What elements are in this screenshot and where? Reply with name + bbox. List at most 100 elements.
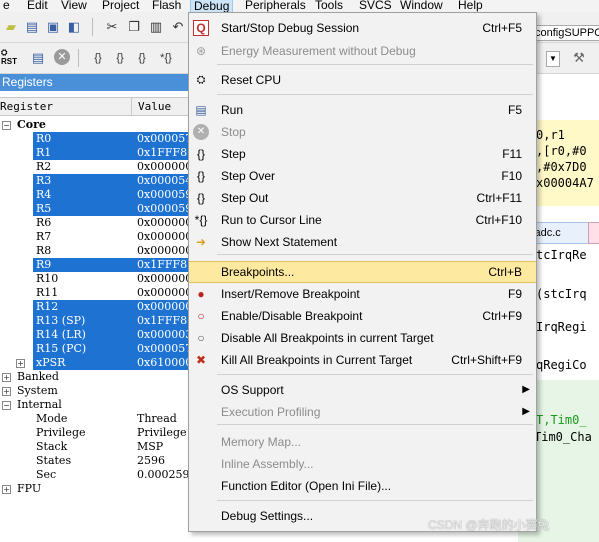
register-row[interactable]: R14 (LR) 0x000003E bbox=[0, 328, 190, 342]
menu-tools[interactable]: Tools bbox=[312, 0, 346, 12]
tree-node-group[interactable]: + System bbox=[0, 384, 190, 398]
menu-item-disable-all-breakpoints-in-current-target[interactable]: ○ Disable All Breakpoints in current Targ… bbox=[189, 327, 536, 349]
register-value: 0x0000000 bbox=[137, 300, 189, 313]
menu-project[interactable]: Project bbox=[99, 0, 142, 12]
menu-item-breakpoints[interactable]: Breakpoints... Ctrl+B bbox=[189, 261, 536, 283]
wrench-icon[interactable]: ⚒ bbox=[571, 50, 587, 66]
register-row[interactable]: R7 0x0000000 bbox=[0, 230, 190, 244]
menu-item-run[interactable]: ▤ Run F5 bbox=[189, 99, 536, 121]
tab-next[interactable] bbox=[588, 222, 599, 244]
expander-icon[interactable]: + bbox=[2, 373, 11, 382]
internal-value: Thread bbox=[137, 412, 177, 425]
register-value: 0x000003E bbox=[137, 328, 189, 341]
chevron-down-icon[interactable]: ▼ bbox=[546, 51, 560, 67]
register-row[interactable]: R2 0x0000000 bbox=[0, 160, 190, 174]
save-icon[interactable]: ▣ bbox=[45, 19, 61, 35]
register-row[interactable]: R10 0x0000000 bbox=[0, 272, 190, 286]
menu-peripherals[interactable]: Peripherals bbox=[242, 0, 309, 12]
menu-item-shortcut: Ctrl+F10 bbox=[475, 213, 522, 227]
folder-icon[interactable]: ▰ bbox=[3, 19, 19, 35]
menu-help[interactable]: Help bbox=[455, 0, 486, 12]
register-row[interactable]: R3 0x0000543 bbox=[0, 174, 190, 188]
tree-node-group[interactable]: + Banked bbox=[0, 370, 190, 384]
register-row[interactable]: R8 0x0000000 bbox=[0, 244, 190, 258]
menu-item-enable-disable-breakpoint[interactable]: ○ Enable/Disable Breakpoint Ctrl+F9 bbox=[189, 305, 536, 327]
tree-node-label: Core bbox=[17, 118, 46, 131]
menu-item-os-support[interactable]: OS Support ▶ bbox=[189, 379, 536, 401]
menu-item-label: Memory Map... bbox=[221, 435, 302, 449]
menu-item-shortcut: Ctrl+F9 bbox=[482, 309, 522, 323]
register-row[interactable]: R12 0x0000000 bbox=[0, 300, 190, 314]
register-row[interactable]: R1 0x1FFF864 bbox=[0, 146, 190, 160]
tree-node-group[interactable]: − Internal bbox=[0, 398, 190, 412]
register-row[interactable]: R11 0x0000000 bbox=[0, 286, 190, 300]
menu-window[interactable]: Window bbox=[397, 0, 446, 12]
menu-item-function-editor-open-ini-file[interactable]: Function Editor (Open Ini File)... bbox=[189, 475, 536, 497]
register-row[interactable]: R0 0x0000573 bbox=[0, 132, 190, 146]
register-row[interactable]: R9 0x1FFF85F bbox=[0, 258, 190, 272]
menu-item-run-to-cursor-line[interactable]: *{} Run to Cursor Line Ctrl+F10 bbox=[189, 209, 536, 231]
run-to-cursor-icon: *{} bbox=[194, 213, 208, 227]
config-combo[interactable]: configSUPPO bbox=[534, 25, 599, 41]
energy-icon: ⊛ bbox=[195, 44, 207, 58]
expander-icon[interactable]: − bbox=[2, 121, 11, 130]
register-row[interactable]: R4 0x000059A bbox=[0, 188, 190, 202]
menu-edit[interactable]: Edit bbox=[24, 0, 51, 12]
menu-separator bbox=[217, 424, 533, 425]
column-register[interactable]: Register bbox=[0, 100, 53, 113]
internal-row[interactable]: Sec 0.0002596 bbox=[0, 468, 190, 482]
internal-row[interactable]: States 2596 bbox=[0, 454, 190, 468]
register-name: R13 (SP) bbox=[36, 314, 86, 327]
internal-name: States bbox=[36, 454, 72, 467]
undo-icon[interactable]: ↶ bbox=[170, 19, 186, 35]
tree-node-label: Internal bbox=[17, 398, 62, 411]
menu-item-shortcut: F11 bbox=[502, 147, 522, 161]
menu-item-shortcut: Ctrl+B bbox=[488, 265, 522, 279]
stop-toolbar-icon[interactable]: ✕ bbox=[54, 49, 70, 65]
register-row[interactable]: + xPSR 0x6100000 bbox=[0, 356, 190, 370]
menu-item-reset-cpu[interactable]: ⛭ Reset CPU bbox=[189, 69, 536, 91]
stop-icon: ✕ bbox=[193, 124, 209, 140]
menu-item-memory-map: Memory Map... bbox=[189, 431, 536, 453]
expander-icon[interactable]: + bbox=[2, 485, 11, 494]
run-to-cursor-toolbar-icon[interactable]: *{} bbox=[158, 50, 174, 66]
menu-item-start-stop-debug-session[interactable]: Q Start/Stop Debug Session Ctrl+F5 bbox=[189, 17, 536, 39]
open-icon[interactable]: ▤ bbox=[24, 19, 40, 35]
run-toolbar-icon[interactable]: ▤ bbox=[30, 50, 46, 66]
internal-row[interactable]: Mode Thread bbox=[0, 412, 190, 426]
register-row[interactable]: R15 (PC) 0x0000573 bbox=[0, 342, 190, 356]
cut-icon[interactable]: ✂ bbox=[104, 19, 120, 35]
menu-item-shortcut: Ctrl+F5 bbox=[482, 21, 522, 35]
menu-item-step-over[interactable]: {} Step Over F10 bbox=[189, 165, 536, 187]
menu-item-step-out[interactable]: {} Step Out Ctrl+F11 bbox=[189, 187, 536, 209]
menu-item-show-next-statement[interactable]: ➜ Show Next Statement bbox=[189, 231, 536, 253]
internal-row[interactable]: Privilege Privilege bbox=[0, 426, 190, 440]
menu-item-kill-all-breakpoints-in-current-target[interactable]: ✖ Kill All Breakpoints in Current Target C… bbox=[189, 349, 536, 371]
register-row[interactable]: R5 0x000059A bbox=[0, 202, 190, 216]
register-value: 0x000059A bbox=[137, 188, 189, 201]
step-over-toolbar-icon[interactable]: {} bbox=[112, 50, 128, 66]
step-toolbar-icon[interactable]: {} bbox=[90, 50, 106, 66]
copy-icon[interactable]: ❐ bbox=[126, 19, 142, 35]
menu-item-insert-remove-breakpoint[interactable]: ● Insert/Remove Breakpoint F9 bbox=[189, 283, 536, 305]
menu-file[interactable]: e bbox=[0, 0, 13, 12]
menu-item-step[interactable]: {} Step F11 bbox=[189, 143, 536, 165]
menu-svcs[interactable]: SVCS bbox=[356, 0, 395, 12]
save-all-icon[interactable]: ◧ bbox=[66, 19, 82, 35]
internal-name: Mode bbox=[36, 412, 68, 425]
register-row[interactable]: R6 0x0000000 bbox=[0, 216, 190, 230]
column-value[interactable]: Value bbox=[131, 98, 171, 115]
tree-node-label: Banked bbox=[17, 370, 59, 383]
expander-icon[interactable]: − bbox=[2, 401, 11, 410]
expander-icon[interactable]: + bbox=[16, 359, 25, 368]
tree-node-core[interactable]: − Core bbox=[0, 118, 190, 132]
internal-row[interactable]: Stack MSP bbox=[0, 440, 190, 454]
step-out-toolbar-icon[interactable]: {} bbox=[134, 50, 150, 66]
menu-flash[interactable]: Flash bbox=[149, 0, 184, 12]
tree-node-fpu[interactable]: + FPU bbox=[0, 482, 190, 496]
register-row[interactable]: R13 (SP) 0x1FFF864 bbox=[0, 314, 190, 328]
expander-icon[interactable]: + bbox=[2, 387, 11, 396]
menu-view[interactable]: View bbox=[58, 0, 90, 12]
paste-icon[interactable]: ▥ bbox=[148, 19, 164, 35]
reset-icon[interactable]: ⛭ RST bbox=[1, 48, 17, 66]
